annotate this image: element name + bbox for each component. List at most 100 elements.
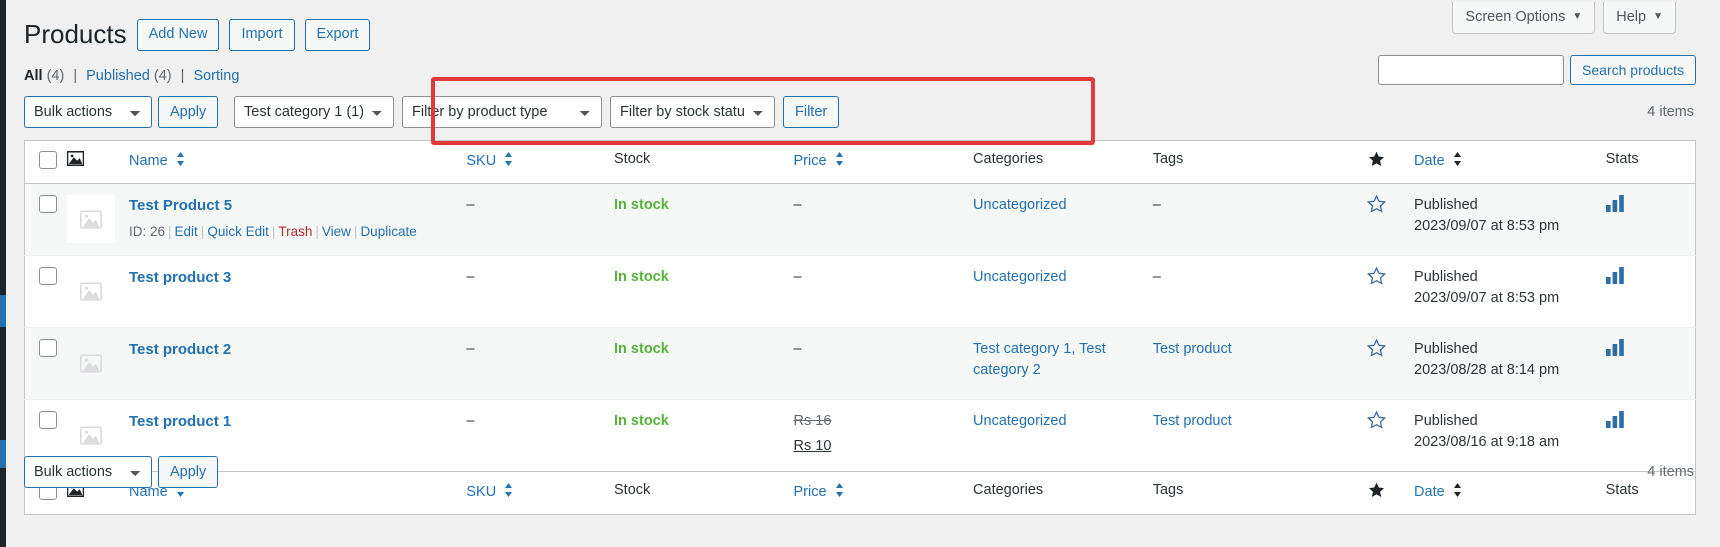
name-header-label: Name (128, 153, 168, 169)
status-link-published[interactable]: Published (86, 68, 150, 84)
row-stats-cell (1605, 183, 1696, 256)
category-link[interactable]: Uncategorized (973, 413, 1067, 429)
row-stats-cell (1605, 327, 1696, 400)
tags-header: Tags (1152, 140, 1349, 184)
row-sku-cell: – (466, 183, 615, 256)
product-name-link[interactable]: Test Product 5 (129, 195, 232, 217)
star-outline-icon[interactable] (1366, 194, 1386, 220)
row-checkbox[interactable] (39, 267, 57, 285)
sort-arrows-icon (504, 152, 513, 166)
filter-button[interactable]: Filter (783, 96, 840, 128)
screen-options-label: Screen Options (1465, 9, 1566, 25)
select-all-header (24, 140, 67, 184)
stock-status-badge: In stock (614, 269, 669, 285)
stock-status-badge: In stock (614, 413, 669, 429)
bar-chart-icon[interactable] (1605, 195, 1625, 219)
search-products-button[interactable]: Search products (1570, 55, 1696, 85)
status-links: All (4) | Published (4) | Sorting (24, 68, 239, 84)
stock-status-badge: In stock (614, 197, 669, 213)
product-name-link[interactable]: Test product 2 (129, 339, 231, 361)
help-button[interactable]: Help ▼ (1603, 2, 1676, 35)
category-link[interactable]: Uncategorized (973, 197, 1067, 213)
row-name-cell: Test Product 5 ID: 26 | Edit | Quick Edit | Tr… (128, 183, 467, 256)
stock-status-filter-select[interactable]: Filter by stock status (610, 96, 775, 128)
row-action-view[interactable]: View (322, 224, 351, 239)
row-name-cell: Test product 3 (128, 255, 467, 328)
row-checkbox[interactable] (39, 339, 57, 357)
price-header-label: Price (793, 153, 827, 169)
product-name-link[interactable]: Test product 3 (129, 267, 231, 289)
stats-header: Stats (1605, 140, 1696, 184)
row-price-cell: – (793, 327, 974, 400)
image-placeholder-icon (80, 209, 102, 229)
category-link[interactable]: Test category 1, Test category 2 (973, 341, 1106, 378)
status-count-published: (4) (153, 68, 172, 84)
admin-menu-active-marker (0, 295, 6, 327)
product-thumbnail[interactable] (67, 267, 115, 315)
add-new-button[interactable]: Add New (136, 18, 220, 52)
stock-header: Stock (614, 140, 794, 184)
product-thumbnail[interactable] (67, 411, 115, 459)
row-stock-cell: In stock (614, 255, 794, 328)
bar-chart-icon[interactable] (1605, 411, 1625, 435)
status-link-all[interactable]: All (24, 68, 43, 84)
table-row: Test product 3 – In stock – Uncategorize… (24, 255, 1696, 328)
image-placeholder-icon (80, 353, 102, 373)
sku-header-label: SKU (466, 153, 497, 169)
bulk-actions-select[interactable]: Bulk actions (24, 96, 152, 128)
product-thumbnail[interactable] (67, 339, 115, 387)
row-featured-cell (1348, 183, 1415, 256)
apply-button-bottom[interactable]: Apply (158, 456, 219, 488)
product-thumbnail[interactable] (67, 195, 115, 243)
items-count-top: 4 items (1647, 104, 1694, 120)
screen-meta-bar: Screen Options ▼ Help ▼ (1452, 2, 1676, 35)
status-separator: | (73, 68, 78, 84)
page-title: Products (24, 19, 127, 49)
price-header[interactable]: Price (793, 140, 974, 184)
tablenav-top: Bulk actions Apply Test category 1 (1) F… (24, 77, 1696, 145)
table-row: Test product 2 – In stock – Test categor… (24, 327, 1696, 400)
date-value: 2023/09/07 at 8:53 pm (1414, 290, 1560, 307)
star-outline-icon[interactable] (1366, 410, 1386, 436)
sku-header[interactable]: SKU (466, 140, 615, 184)
stock-status-badge: In stock (614, 341, 669, 357)
import-button[interactable]: Import (229, 18, 295, 52)
star-outline-icon[interactable] (1366, 266, 1386, 292)
image-placeholder-icon (80, 281, 102, 301)
table-header-row: Name SKU Stock Price Categories Tags Dat… (24, 140, 1696, 184)
row-checkbox[interactable] (39, 195, 57, 213)
row-action-edit[interactable]: Edit (175, 224, 198, 239)
date-status: Published (1414, 341, 1478, 357)
tag-link[interactable]: Test product (1153, 341, 1232, 357)
export-button[interactable]: Export (304, 18, 371, 52)
date-status: Published (1414, 413, 1478, 429)
category-link[interactable]: Uncategorized (973, 269, 1067, 285)
row-tags-cell: – (1152, 183, 1349, 256)
bar-chart-icon[interactable] (1605, 267, 1625, 291)
row-action-trash[interactable]: Trash (278, 224, 312, 239)
name-header[interactable]: Name (128, 140, 467, 184)
status-count-all: (4) (46, 68, 65, 84)
row-checkbox[interactable] (39, 411, 57, 429)
product-type-filter-select[interactable]: Filter by product type (402, 96, 602, 128)
bar-chart-icon[interactable] (1605, 339, 1625, 363)
table-head: Name SKU Stock Price Categories Tags Dat… (24, 140, 1696, 184)
apply-button[interactable]: Apply (158, 96, 219, 128)
image-placeholder-icon (80, 425, 102, 445)
row-action-duplicate[interactable]: Duplicate (360, 224, 416, 239)
product-filters-group: Test category 1 (1) Filter by product ty… (234, 77, 1095, 145)
row-select-cell (24, 255, 67, 328)
bulk-actions-select-bottom[interactable]: Bulk actions (24, 456, 152, 488)
tag-link[interactable]: Test product (1153, 413, 1232, 429)
date-header[interactable]: Date (1414, 140, 1606, 184)
search-input[interactable] (1378, 55, 1565, 85)
category-filter-select[interactable]: Test category 1 (1) (234, 96, 394, 128)
status-link-sorting[interactable]: Sorting (193, 68, 239, 84)
featured-header[interactable] (1348, 140, 1415, 184)
product-name-link[interactable]: Test product 1 (129, 411, 231, 433)
star-outline-icon[interactable] (1366, 338, 1386, 364)
categories-header: Categories (973, 140, 1153, 184)
screen-options-button[interactable]: Screen Options ▼ (1452, 2, 1596, 35)
row-action-quick-edit[interactable]: Quick Edit (207, 224, 269, 239)
select-all-checkbox[interactable] (39, 151, 57, 169)
